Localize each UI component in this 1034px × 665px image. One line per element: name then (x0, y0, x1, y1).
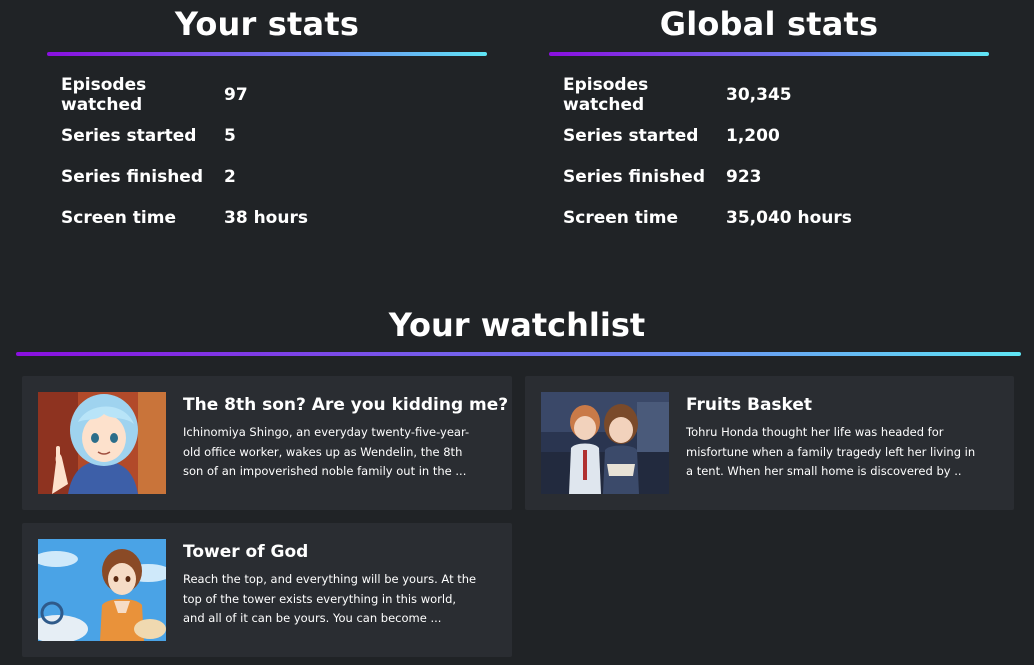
watchlist-title: Your watchlist (388, 306, 646, 344)
stats-section: Your stats Episodes watched 97 Series st… (0, 0, 1034, 260)
stat-row-screen-time: Screen time 38 hours (47, 197, 487, 238)
stat-label: Series finished (61, 166, 204, 187)
stat-label: Series started (61, 125, 197, 146)
stat-label: Episodes watched (61, 74, 147, 115)
stat-value: 97 (224, 84, 248, 105)
stat-value: 1,200 (726, 125, 780, 146)
stat-value: 30,345 (726, 84, 792, 105)
series-description: Reach the top, and everything will be yo… (183, 572, 477, 625)
stat-label: Screen time (563, 207, 678, 228)
stat-label: Screen time (61, 207, 176, 228)
stat-row-screen-time: Screen time 35,040 hours (549, 197, 989, 238)
stat-row-episodes-watched: Episodes watched 30,345 (549, 74, 989, 115)
global-stats-underline (549, 52, 989, 56)
your-stats-panel: Your stats Episodes watched 97 Series st… (47, 0, 487, 238)
stat-label: Series started (563, 125, 699, 146)
global-stats-panel: Global stats Episodes watched 30,345 Ser… (549, 0, 989, 238)
watchlist-card-8th-son[interactable]: The 8th son? Are you kidding me? Ichinom… (22, 376, 512, 510)
stat-value: 923 (726, 166, 762, 187)
series-title[interactable]: Fruits Basket (686, 395, 998, 415)
anime-character-sky-image (38, 539, 166, 641)
stat-label: Episodes watched (563, 74, 649, 115)
stat-value: 35,040 hours (726, 207, 852, 228)
stat-row-series-started: Series started 1,200 (549, 115, 989, 156)
stat-row-series-finished: Series finished 923 (549, 156, 989, 197)
watchlist-underline (16, 352, 1021, 356)
series-thumbnail[interactable] (541, 392, 669, 494)
series-thumbnail[interactable] (38, 392, 166, 494)
stat-value: 38 hours (224, 207, 308, 228)
stat-value: 2 (224, 166, 236, 187)
your-stats-table: Episodes watched 97 Series started 5 Ser… (47, 74, 487, 238)
global-stats-title: Global stats (659, 5, 879, 43)
stat-label: Series finished (563, 166, 706, 187)
your-stats-underline (47, 52, 487, 56)
stat-row-series-started: Series started 5 (47, 115, 487, 156)
your-stats-title: Your stats (174, 5, 360, 43)
watchlist-card-fruits-basket[interactable]: Fruits Basket Tohru Honda thought her li… (525, 376, 1014, 510)
series-title[interactable]: The 8th son? Are you kidding me? (183, 395, 508, 415)
series-description: Ichinomiya Shingo, an everyday twenty-fi… (183, 425, 470, 478)
anime-character-blue-hair-image (38, 392, 166, 494)
series-description: Tohru Honda thought her life was headed … (686, 425, 976, 478)
anime-characters-night-image (541, 392, 669, 494)
stat-row-episodes-watched: Episodes watched 97 (47, 74, 487, 115)
series-title[interactable]: Tower of God (183, 542, 496, 562)
global-stats-table: Episodes watched 30,345 Series started 1… (549, 74, 989, 238)
watchlist-card-tower-of-god[interactable]: Tower of God Reach the top, and everythi… (22, 523, 512, 657)
series-thumbnail[interactable] (38, 539, 166, 641)
stat-value: 5 (224, 125, 236, 146)
stat-row-series-finished: Series finished 2 (47, 156, 487, 197)
